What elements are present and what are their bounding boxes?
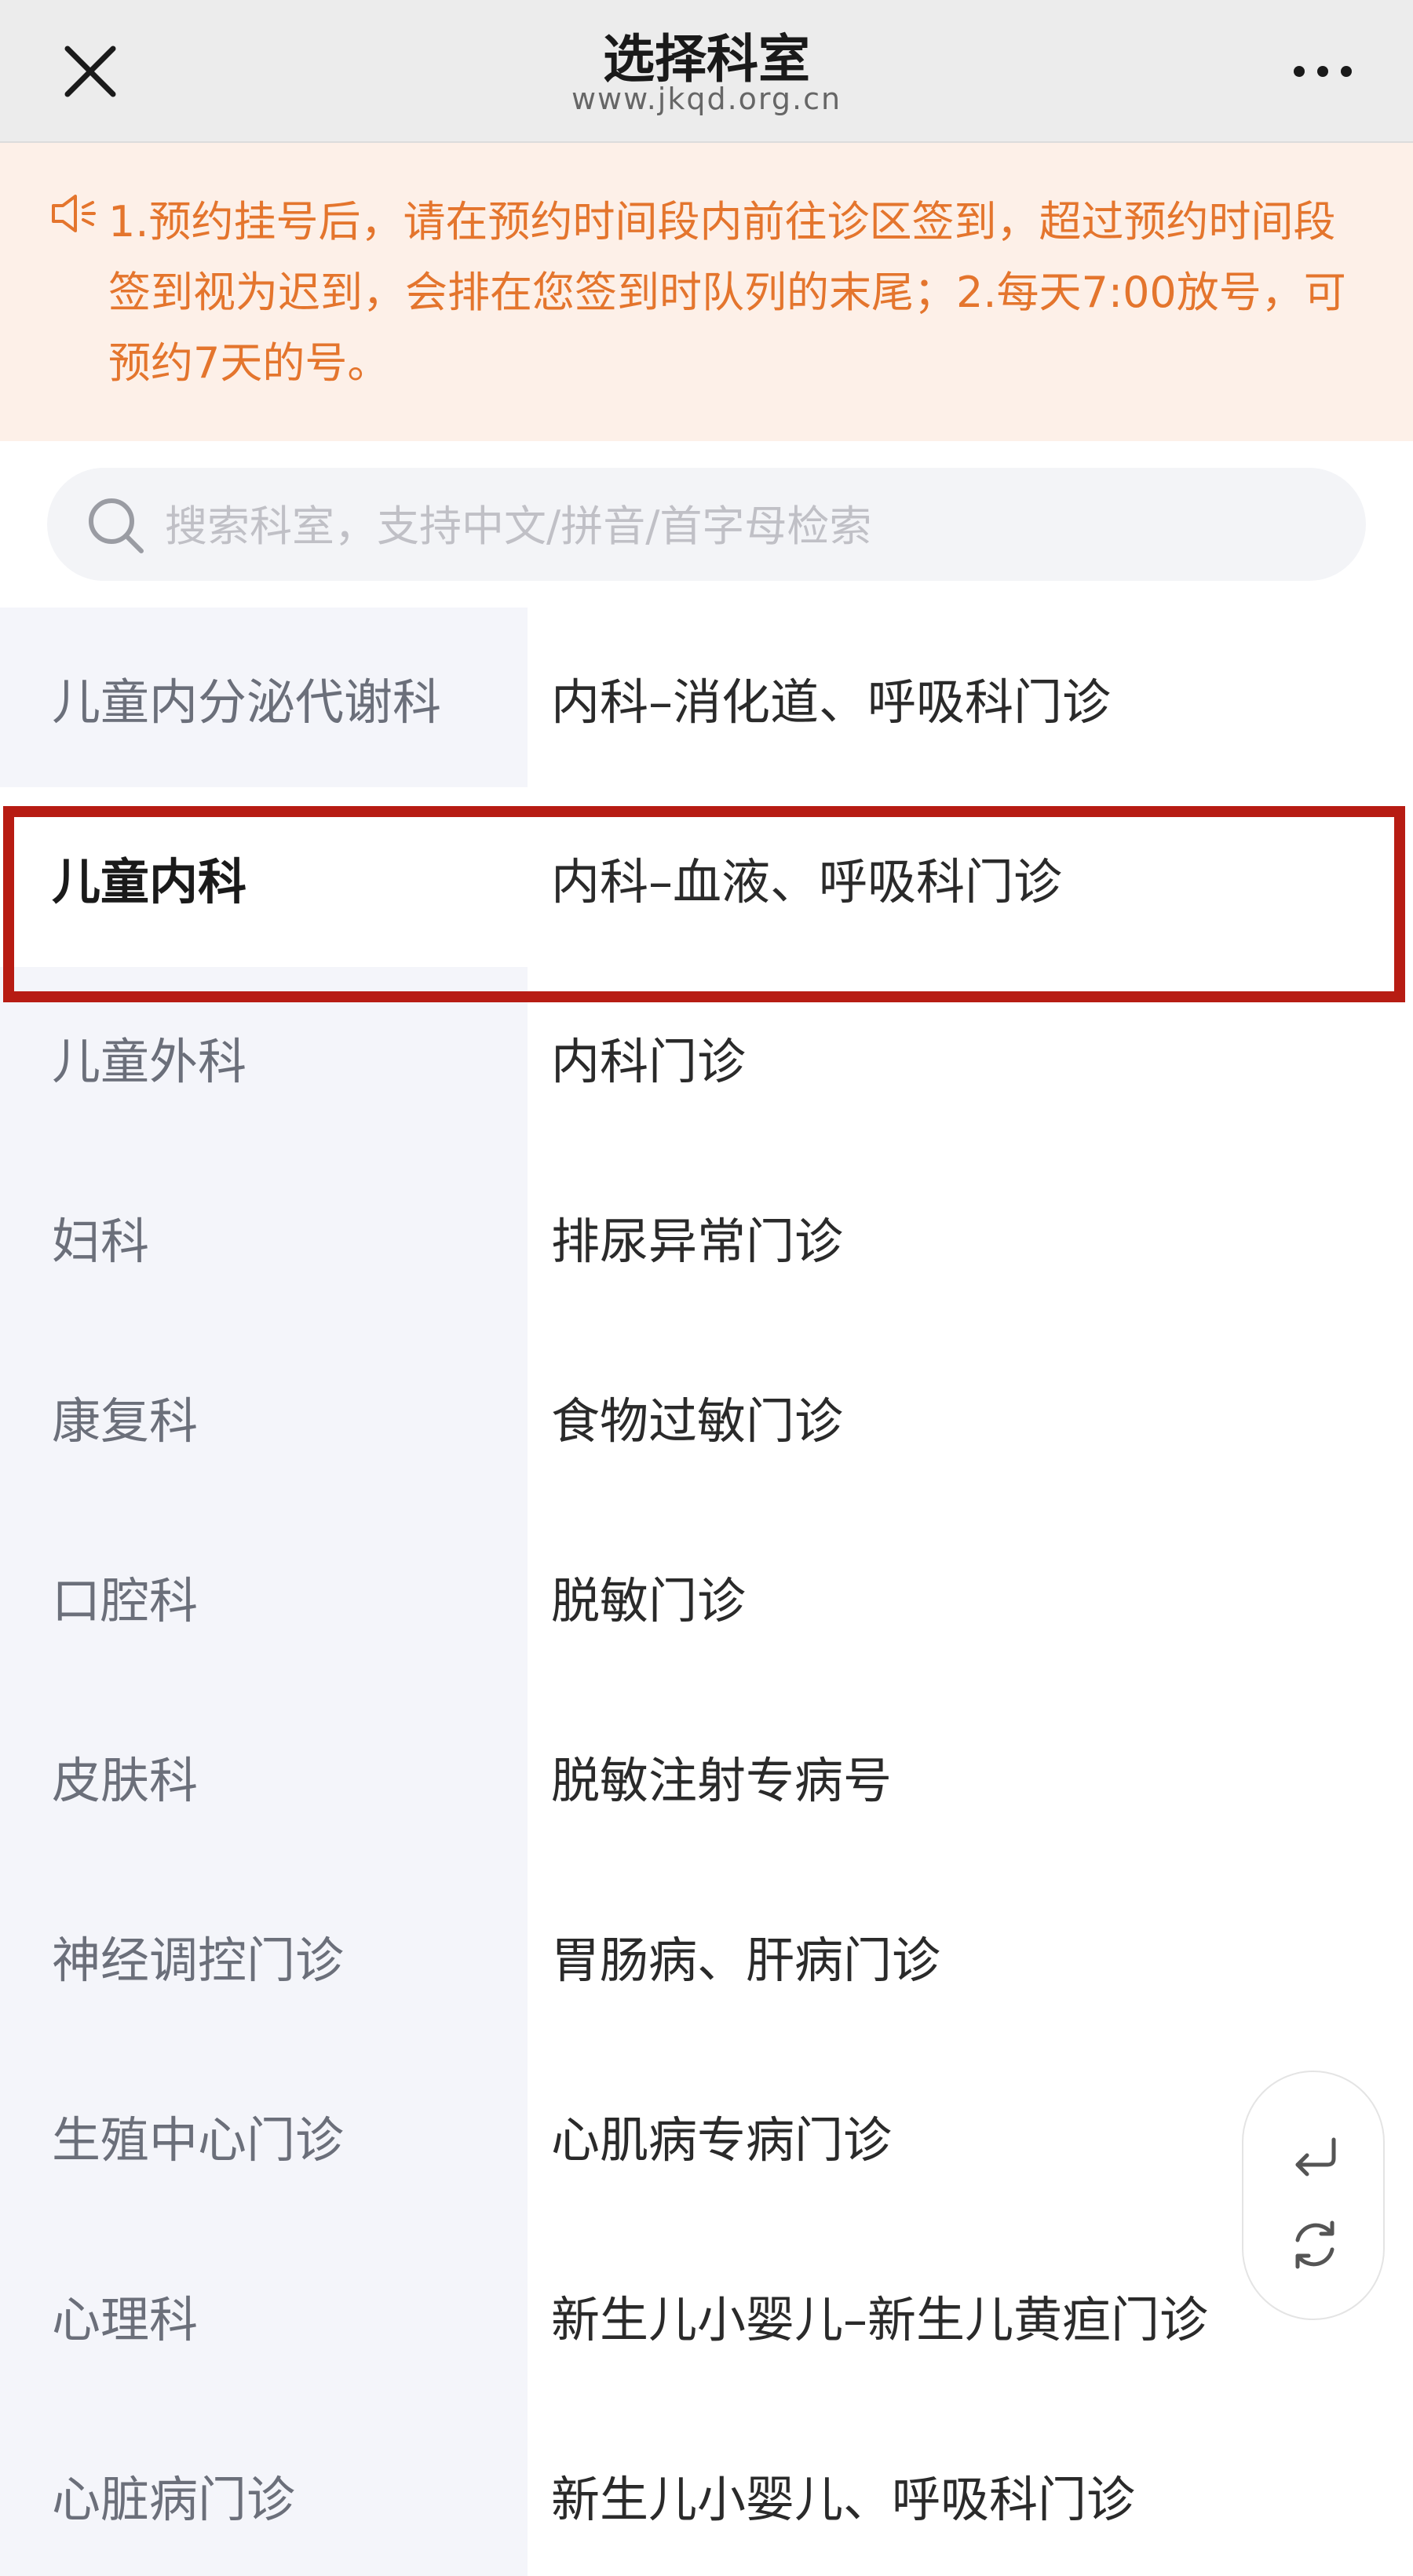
department-item[interactable]: 妇科 (0, 1147, 528, 1326)
department-item[interactable]: 口腔科 (0, 1506, 528, 1686)
search-input[interactable] (165, 494, 1327, 557)
clinic-item[interactable]: 食物过敏门诊 (528, 1326, 1413, 1506)
refresh-button[interactable] (1283, 2213, 1346, 2276)
clinic-item[interactable]: 内科–血液、呼吸科门诊 (528, 787, 1413, 967)
clinic-item[interactable]: 脱敏注射专病号 (528, 1686, 1413, 1866)
department-item[interactable]: 神经调控门诊 (0, 1866, 528, 2045)
page: 选择科室 www.jkqd.org.cn 1.预约挂号后，请在预约时间段内前往诊… (0, 0, 1413, 2576)
speaker-icon (47, 190, 97, 237)
search-bar (0, 441, 1413, 608)
return-icon (1295, 2137, 1336, 2176)
department-item[interactable]: 儿童内科 (0, 787, 528, 967)
department-item[interactable]: 皮肤科 (0, 1686, 528, 1866)
clinic-item[interactable]: 脱敏门诊 (528, 1506, 1413, 1686)
clinic-item[interactable]: 胃肠病、肝病门诊 (528, 1866, 1413, 2045)
search-icon (85, 494, 148, 557)
department-item[interactable]: 康复科 (0, 1326, 528, 1506)
clinic-item[interactable]: 新生儿小婴儿、呼吸科门诊 (528, 2405, 1413, 2576)
department-item[interactable]: 心脏病门诊 (0, 2405, 528, 2576)
clinic-item[interactable]: 内科门诊 (528, 967, 1413, 1147)
more-icon (1294, 66, 1352, 77)
department-item[interactable]: 生殖中心门诊 (0, 2045, 528, 2225)
more-button[interactable] (1287, 44, 1358, 99)
search-box[interactable] (47, 468, 1366, 581)
department-list: 儿童内分泌代谢科 儿童内科 儿童外科 妇科 康复科 口腔科 皮肤科 神经调控门诊 生殖中心门诊心… (0, 608, 528, 2576)
floating-toolbar (1242, 2071, 1385, 2320)
notice-text: 1.预约挂号后，请在预约时间段内前往诊区签到，超过预约时间段签到视为迟到，会排在… (108, 197, 1346, 388)
department-item[interactable]: 儿童内分泌代谢科 (0, 608, 528, 787)
refresh-icon (1295, 2220, 1334, 2269)
clinic-item[interactable]: 内科–消化道、呼吸科门诊 (528, 608, 1413, 787)
return-button[interactable] (1283, 2127, 1346, 2190)
top-bar: 选择科室 www.jkqd.org.cn (0, 0, 1413, 143)
clinic-item[interactable]: 排尿异常门诊 (528, 1147, 1413, 1326)
notice-banner: 1.预约挂号后，请在预约时间段内前往诊区签到，超过预约时间段签到视为迟到，会排在… (0, 143, 1413, 441)
page-subtitle: www.jkqd.org.cn (571, 82, 842, 116)
department-item[interactable]: 儿童外科 (0, 967, 528, 1147)
department-item[interactable]: 心理科 (0, 2225, 528, 2405)
